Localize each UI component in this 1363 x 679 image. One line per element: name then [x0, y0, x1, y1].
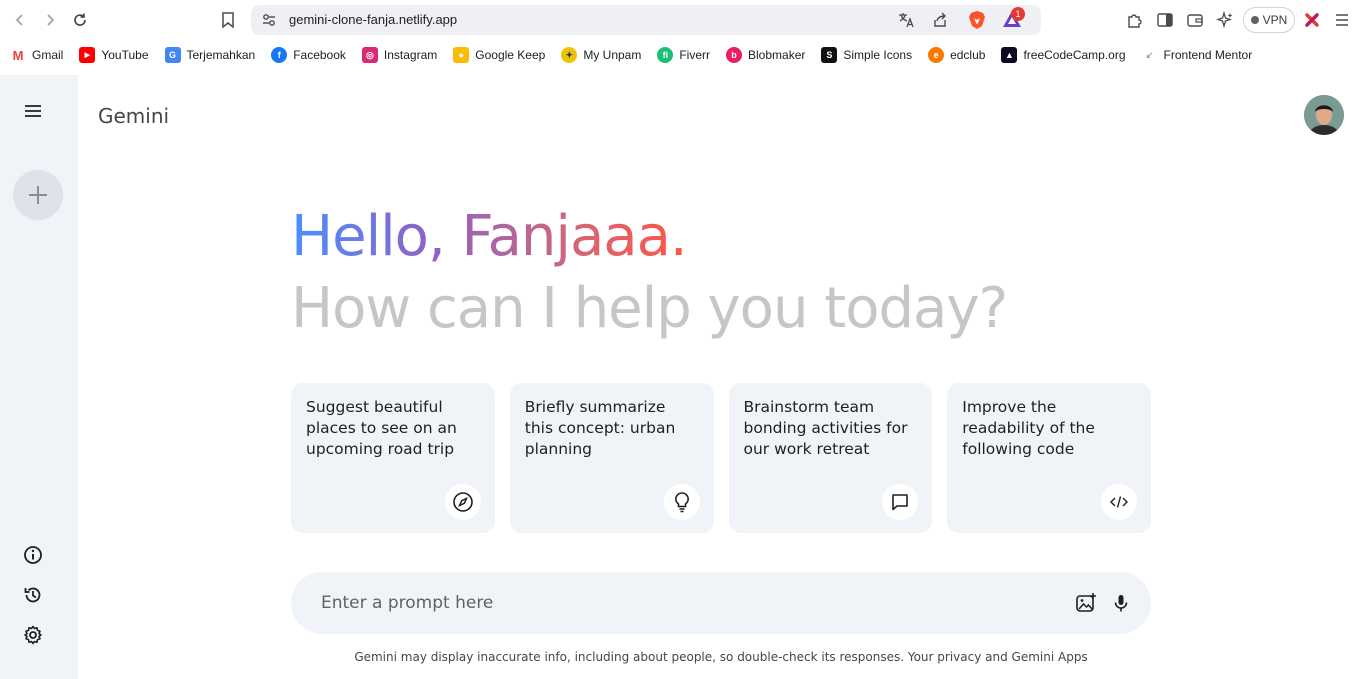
- card-text: Suggest beautiful places to see on an up…: [306, 398, 457, 458]
- keep-icon: ●: [453, 47, 470, 63]
- bookmark-page-icon[interactable]: [220, 11, 236, 29]
- bookmark-google-keep[interactable]: ● Google Keep: [453, 47, 545, 63]
- bookmark-facebook[interactable]: f Facebook: [271, 47, 346, 63]
- site-settings-icon[interactable]: [261, 12, 277, 28]
- simpleicons-icon: S: [821, 47, 838, 63]
- youtube-icon: ▶: [79, 47, 96, 63]
- forward-arrow-icon: [47, 14, 55, 26]
- bookmark-edclub[interactable]: e edclub: [928, 47, 985, 63]
- bookmark-label: edclub: [950, 48, 986, 62]
- bookmark-label: YouTube: [101, 48, 149, 62]
- bookmark-label: My Unpam: [583, 48, 642, 62]
- bookmark-label: Frontend Mentor: [1163, 48, 1253, 62]
- add-image-icon[interactable]: [1075, 592, 1097, 614]
- vpn-label: VPN: [1262, 13, 1288, 27]
- prompt-bar: [291, 572, 1151, 634]
- new-chat-button[interactable]: [13, 170, 63, 220]
- browser-toolbar: gemini-clone-fanja.netlify.app 1 VPN: [0, 0, 1363, 40]
- bookmark-instagram[interactable]: ◎ Instagram: [361, 47, 438, 63]
- code-icon: [1101, 484, 1137, 520]
- profile-x-icon[interactable]: [1303, 11, 1321, 29]
- wallet-icon[interactable]: [1186, 11, 1204, 29]
- bookmarks-bar: M Gmail ▶ YouTube G Terjemahkan f Facebook ◎…: [0, 40, 1363, 70]
- bookmark-blobmaker[interactable]: b Blobmaker: [726, 47, 805, 63]
- fiverr-icon: fi: [657, 47, 674, 63]
- bulb-icon: [663, 484, 700, 520]
- bookmark-label: Google Keep: [475, 48, 546, 62]
- microphone-icon[interactable]: [1110, 592, 1132, 614]
- vpn-button[interactable]: VPN: [1243, 7, 1295, 33]
- bookmark-label: Fiverr: [679, 48, 711, 62]
- suggestion-card-urban-planning[interactable]: Briefly summarize this concept: urban pl…: [509, 383, 714, 533]
- message-icon: [882, 484, 919, 520]
- leo-ai-icon[interactable]: [1216, 11, 1234, 29]
- suggestion-cards: Suggest beautiful places to see on an up…: [291, 383, 1151, 533]
- instagram-icon: ◎: [361, 47, 378, 63]
- sidebar: [0, 75, 78, 679]
- translate-icon[interactable]: [898, 12, 914, 28]
- bookmark-fiverr[interactable]: fi Fiverr: [657, 47, 710, 63]
- bookmark-terjemahkan[interactable]: G Terjemahkan: [164, 47, 256, 63]
- history-icon[interactable]: [23, 585, 43, 605]
- suggestion-card-road-trip[interactable]: Suggest beautiful places to see on an up…: [291, 383, 495, 533]
- bookmark-frontend-mentor[interactable]: ↙ Frontend Mentor: [1141, 47, 1253, 63]
- bookmark-label: Terjemahkan: [186, 48, 256, 62]
- bookmark-youtube[interactable]: ▶ YouTube: [79, 47, 149, 63]
- translate-icon: G: [164, 47, 181, 63]
- bookmark-gmail[interactable]: M Gmail: [10, 47, 63, 63]
- settings-icon[interactable]: [23, 625, 43, 645]
- bookmark-label: Simple Icons: [843, 48, 913, 62]
- gmail-icon: M: [10, 47, 26, 63]
- bookmark-my-unpam[interactable]: ✦ My Unpam: [561, 47, 641, 63]
- help-icon[interactable]: [23, 545, 43, 565]
- url-text[interactable]: gemini-clone-fanja.netlify.app: [289, 12, 457, 27]
- back-button[interactable]: [8, 8, 32, 32]
- menu-icon[interactable]: [21, 99, 45, 123]
- extensions-icon[interactable]: [1126, 11, 1144, 29]
- app-title: Gemini: [98, 104, 170, 128]
- avatar-image: [1304, 95, 1344, 135]
- bookmark-label: Instagram: [383, 48, 438, 62]
- prompt-input[interactable]: [321, 590, 1021, 616]
- card-text: Briefly summarize this concept: urban pl…: [524, 398, 676, 458]
- compass-icon: [444, 484, 481, 520]
- brave-shields-icon[interactable]: [968, 10, 986, 30]
- unpam-icon: ✦: [561, 47, 578, 63]
- bookmark-freecodecamp[interactable]: ▲ freeCodeCamp.org: [1001, 47, 1126, 63]
- rewards-badge: 1: [1011, 7, 1025, 21]
- address-bar[interactable]: gemini-clone-fanja.netlify.app: [251, 5, 1041, 35]
- back-arrow-icon: [15, 14, 23, 26]
- freecodecamp-icon: ▲: [1001, 47, 1018, 63]
- frontendmentor-icon: ↙: [1141, 47, 1158, 63]
- reload-icon: [74, 13, 86, 26]
- greeting-subtitle: How can I help you today?: [291, 276, 1008, 341]
- greeting-heading: Hello, Fanjaaa.: [291, 204, 688, 269]
- browser-menu-icon[interactable]: [1333, 11, 1351, 29]
- reload-button[interactable]: [68, 8, 92, 32]
- sidebar-toggle-icon[interactable]: [1156, 11, 1174, 29]
- card-text: Improve the readability of the following…: [962, 398, 1095, 458]
- bookmark-simple-icons[interactable]: S Simple Icons: [821, 47, 912, 63]
- edclub-icon: e: [928, 47, 945, 63]
- user-avatar[interactable]: [1304, 95, 1344, 135]
- bookmark-label: Facebook: [293, 48, 346, 62]
- suggestion-card-team-bonding[interactable]: Brainstorm team bonding activities for o…: [728, 383, 933, 533]
- facebook-icon: f: [271, 47, 288, 63]
- blobmaker-icon: b: [726, 47, 743, 63]
- bookmark-label: Blobmaker: [748, 48, 806, 62]
- forward-button[interactable]: [38, 8, 62, 32]
- card-text: Brainstorm team bonding activities for o…: [743, 398, 908, 458]
- bookmark-label: Gmail: [32, 48, 64, 62]
- plus-icon: [29, 186, 47, 204]
- vpn-status-icon: [1250, 16, 1259, 24]
- bookmark-label: freeCodeCamp.org: [1023, 48, 1126, 62]
- share-icon[interactable]: [932, 12, 948, 28]
- disclaimer-text: Gemini may display inaccurate info, incl…: [354, 650, 1088, 664]
- suggestion-card-code-readability[interactable]: Improve the readability of the following…: [947, 383, 1151, 533]
